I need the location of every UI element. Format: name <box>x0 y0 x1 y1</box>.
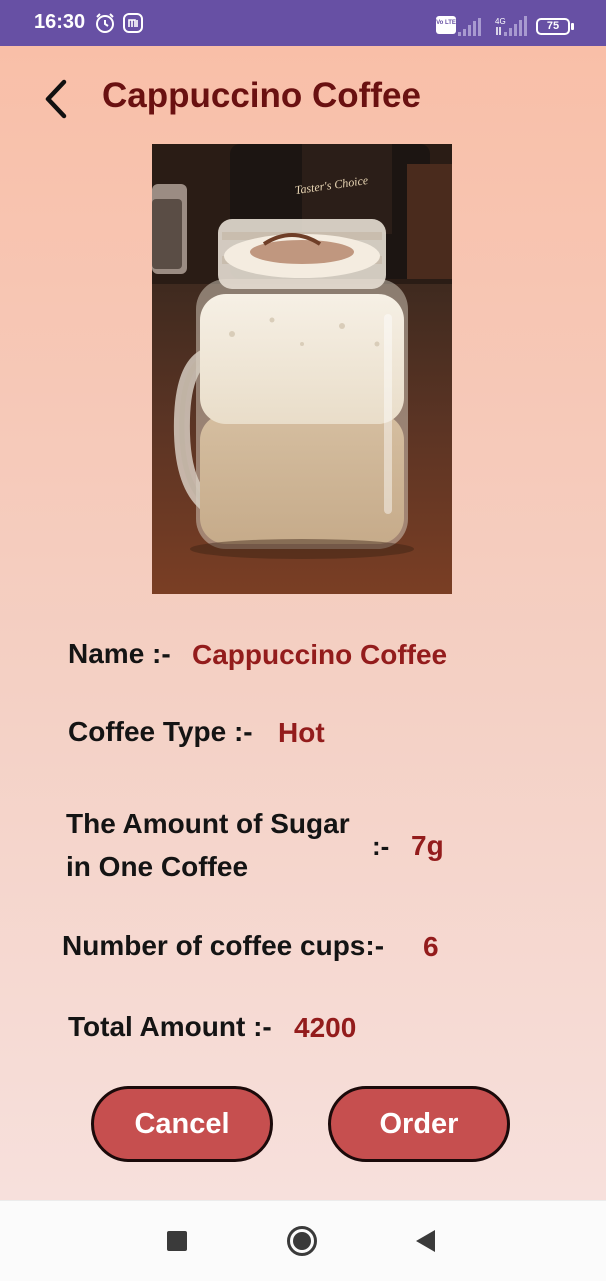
battery-icon: 75 <box>536 18 570 35</box>
recent-apps-button[interactable] <box>166 1230 188 1257</box>
name-label: Name :- <box>68 638 171 669</box>
volte-icon: Vo LTE <box>436 16 456 34</box>
network-label: 4G <box>495 17 506 26</box>
circle-icon <box>287 1226 317 1256</box>
signal-icon <box>458 18 481 36</box>
total-label: Total Amount :- <box>68 1011 272 1042</box>
cups-value: 6 <box>423 931 439 962</box>
cups-label: Number of coffee cups:- <box>62 930 385 961</box>
sugar-separator: :- <box>372 831 390 861</box>
order-button[interactable]: Order <box>328 1086 510 1162</box>
home-button[interactable] <box>286 1225 318 1262</box>
alarm-icon <box>96 13 114 33</box>
name-value: Cappuccino Coffee <box>192 639 448 670</box>
triangle-back-icon <box>416 1230 435 1252</box>
status-time: 16:30 <box>34 11 86 33</box>
total-value: 4200 <box>294 1012 357 1043</box>
coffee-type-label: Coffee Type :- <box>68 716 253 747</box>
coffee-type-value: Hot <box>278 717 325 748</box>
battery-level: 75 <box>546 20 560 32</box>
battery-tip <box>571 23 574 30</box>
status-bar: 16:30 Vo LTE 4G 75 <box>0 0 606 46</box>
signal-4g-icon: 4G <box>495 16 527 36</box>
navigation-bar <box>0 1200 606 1281</box>
mi-icon <box>123 13 143 33</box>
back-button[interactable] <box>38 76 74 122</box>
square-icon <box>167 1231 187 1251</box>
sugar-label-line1: The Amount of Sugar <box>66 808 350 839</box>
chevron-left-icon <box>45 79 67 119</box>
volte-label: Vo LTE <box>436 20 456 26</box>
product-image: Taster's Choice <box>152 144 452 594</box>
sugar-label: The Amount of Sugar in One Coffee <box>66 802 350 888</box>
page-title: Cappuccino Coffee <box>102 76 421 115</box>
back-nav-button[interactable] <box>414 1229 436 1258</box>
sugar-value: 7g <box>411 830 444 861</box>
cancel-button[interactable]: Cancel <box>91 1086 273 1162</box>
sugar-label-line2: in One Coffee <box>66 851 249 882</box>
main-content: Cappuccino Coffee Taster's Choice Name:… <box>0 46 606 1200</box>
